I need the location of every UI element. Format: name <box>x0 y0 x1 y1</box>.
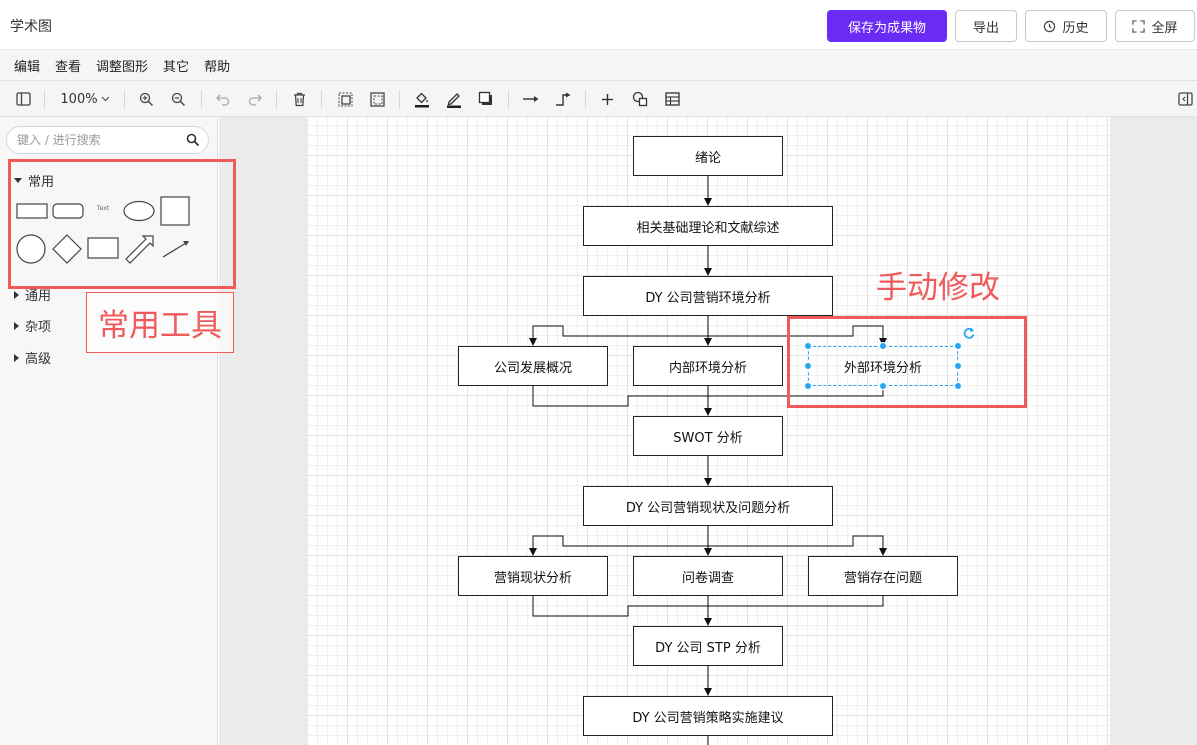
node-questionnaire[interactable]: 问卷调查 <box>633 556 783 596</box>
node-literature-review[interactable]: 相关基础理论和文献综述 <box>583 206 833 246</box>
annotation-tools-label: 常用工具 <box>86 292 234 353</box>
node-company-overview[interactable]: 公司发展概况 <box>458 346 608 386</box>
connector-arrow <box>529 325 708 346</box>
node-marketing-env-analysis[interactable]: DY 公司营销环境分析 <box>583 276 833 316</box>
connector-line <box>532 596 708 617</box>
node-marketing-status[interactable]: 营销现状分析 <box>458 556 608 596</box>
annotation-tools-box <box>8 159 236 289</box>
connector-arrow <box>708 535 887 556</box>
node-internal-env[interactable]: 内部环境分析 <box>633 346 783 386</box>
connector-line <box>532 386 708 407</box>
node-introduction[interactable]: 绪论 <box>633 136 783 176</box>
node-marketing-problems[interactable]: 营销存在问题 <box>808 556 958 596</box>
node-stp[interactable]: DY 公司 STP 分析 <box>633 626 783 666</box>
connector-arrow <box>529 535 708 556</box>
annotation-edit-box <box>787 316 1027 408</box>
connector-line <box>708 596 884 607</box>
node-swot[interactable]: SWOT 分析 <box>633 416 783 456</box>
node-strategy-suggestions[interactable]: DY 公司营销策略实施建议 <box>583 696 833 736</box>
annotation-manual-edit: 手动修改 <box>876 270 1000 306</box>
node-marketing-status-problems[interactable]: DY 公司营销现状及问题分析 <box>583 486 833 526</box>
